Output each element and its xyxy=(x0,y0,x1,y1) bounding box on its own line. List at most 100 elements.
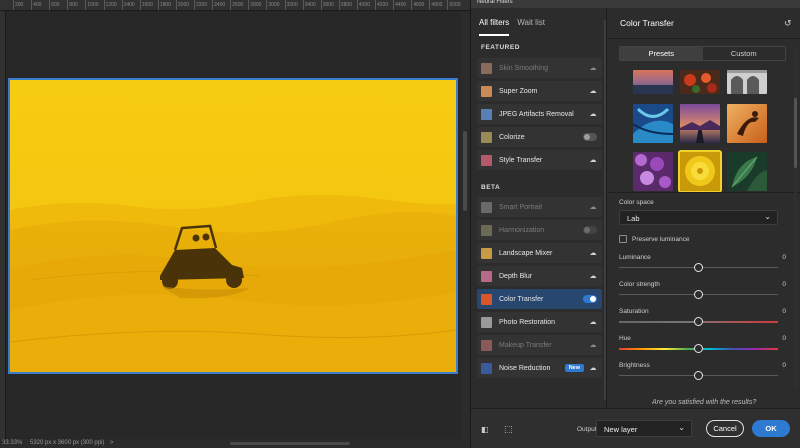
slider-value[interactable]: 0 xyxy=(782,362,786,369)
cloud-download-icon[interactable]: ☁ xyxy=(588,341,598,349)
ruler-tick xyxy=(212,0,214,10)
output-select[interactable]: New layer ⌄ xyxy=(596,420,692,437)
slider-value[interactable]: 0 xyxy=(782,335,786,342)
reset-icon[interactable]: ↺ xyxy=(784,18,792,29)
ruler-label: 1200 xyxy=(105,2,117,8)
tab-all-filters[interactable]: All filters xyxy=(479,18,510,36)
filter-thumbnail xyxy=(481,224,492,236)
preset-green-leaves[interactable] xyxy=(727,152,767,191)
preserve-luminance-checkbox[interactable]: Preserve luminance xyxy=(619,235,689,243)
filter-item-landscape-mixer[interactable]: Landscape Mixer ☁ xyxy=(477,243,602,263)
filter-label: Harmonization xyxy=(499,226,545,234)
preset-purple-road[interactable] xyxy=(680,104,720,143)
checkbox-box[interactable] xyxy=(619,235,627,243)
filter-item-depth-blur[interactable]: Depth Blur ☁ xyxy=(477,266,602,286)
filter-item-skin-smoothing[interactable]: Skin Smoothing ☁ xyxy=(477,58,602,78)
filter-toggle[interactable] xyxy=(583,295,597,303)
cloud-download-icon[interactable]: ☁ xyxy=(588,87,598,95)
tab-presets[interactable]: Presets xyxy=(620,47,703,60)
ok-button[interactable]: OK xyxy=(752,420,790,437)
filter-item-style-transfer[interactable]: Style Transfer ☁ xyxy=(477,150,602,170)
filter-item-super-zoom[interactable]: Super Zoom ☁ xyxy=(477,81,602,101)
satisfaction-prompt[interactable]: Are you satisfied with the results? xyxy=(652,399,756,406)
canvas-vertical-scrollbar[interactable] xyxy=(461,11,469,439)
cloud-download-icon[interactable]: ☁ xyxy=(588,110,598,118)
filter-thumbnail xyxy=(481,85,492,97)
filter-item-colorize[interactable]: Colorize xyxy=(477,127,602,147)
divider xyxy=(608,192,800,193)
zoom-level[interactable]: 33.33% xyxy=(2,440,22,446)
document-image[interactable] xyxy=(8,78,458,374)
cloud-download-icon[interactable]: ☁ xyxy=(588,64,598,72)
preset-orange-silhouette[interactable] xyxy=(727,104,767,143)
filter-label: Smart Portrait xyxy=(499,203,543,211)
cloud-download-icon[interactable]: ☁ xyxy=(588,203,598,211)
preset-yellow-flower[interactable] xyxy=(678,150,722,193)
layers-icon[interactable]: ⬚ xyxy=(504,424,513,435)
ruler-label: 1800 xyxy=(159,2,171,8)
cloud-download-icon[interactable]: ☁ xyxy=(588,364,598,372)
cancel-button[interactable]: Cancel xyxy=(706,420,744,437)
filter-item-noise-reduction[interactable]: Noise Reduction New ☁ xyxy=(477,358,602,378)
slider-label: Luminance xyxy=(619,254,651,261)
filter-item-photo-restoration[interactable]: Photo Restoration ☁ xyxy=(477,312,602,332)
neural-filters-window: Neural Filters All filters Wait list FEAT… xyxy=(470,0,800,448)
ruler-tick xyxy=(429,0,431,10)
slider-handle[interactable] xyxy=(694,290,703,299)
slider-value[interactable]: 0 xyxy=(782,281,786,288)
slider-value[interactable]: 0 xyxy=(782,308,786,315)
slider-handle[interactable] xyxy=(694,344,703,353)
ruler-tick xyxy=(194,0,195,10)
filter-item-smart-portrait[interactable]: Smart Portrait ☁ xyxy=(477,197,602,217)
preset-red-flowers[interactable] xyxy=(680,70,720,94)
filter-thumbnail xyxy=(481,131,492,143)
ruler-tick xyxy=(411,0,413,10)
color-space-label: Color space xyxy=(619,199,654,206)
slider-label: Saturation xyxy=(619,308,649,315)
featured-heading: FEATURED xyxy=(481,44,520,51)
scrollbar-thumb[interactable] xyxy=(794,98,797,168)
ruler-tick xyxy=(248,0,250,10)
scrollbar-thumb[interactable] xyxy=(463,131,467,211)
cloud-download-icon[interactable]: ☁ xyxy=(588,249,598,257)
filter-tabs: All filters Wait list xyxy=(479,18,545,36)
preset-blue-feathers[interactable] xyxy=(633,104,673,143)
filter-toggle[interactable] xyxy=(583,133,597,141)
filter-label: Color Transfer xyxy=(499,295,544,303)
slider-handle[interactable] xyxy=(694,263,703,272)
preset-purple-blossoms[interactable] xyxy=(633,152,673,191)
filter-toggle[interactable] xyxy=(583,226,597,234)
color-space-select[interactable]: Lab ⌄ xyxy=(619,210,778,225)
document-dimensions: 5320 px x 3600 px (300 ppi) xyxy=(30,440,105,446)
ruler-tick xyxy=(338,0,340,10)
status-arrow[interactable]: > xyxy=(110,440,114,446)
filter-label: Super Zoom xyxy=(499,87,538,95)
preset-sunset-lake[interactable] xyxy=(633,70,673,94)
filter-list-scrollbar[interactable] xyxy=(604,20,606,400)
filter-item-color-transfer[interactable]: Color Transfer xyxy=(477,289,602,309)
preset-monochrome-arches[interactable] xyxy=(727,70,767,94)
filter-item-makeup-transfer[interactable]: Makeup Transfer ☁ xyxy=(477,335,602,355)
tab-wait-list[interactable]: Wait list xyxy=(517,18,545,36)
slider-handle[interactable] xyxy=(694,317,703,326)
document-canvas-area: 200 400 600 800 1000 1200 1400 1600 1800 2000 2200… xyxy=(0,0,470,448)
tab-custom[interactable]: Custom xyxy=(703,47,786,60)
split-view-icon[interactable]: ◧ xyxy=(481,425,489,434)
cloud-download-icon[interactable]: ☁ xyxy=(588,156,598,164)
settings-scrollbar[interactable] xyxy=(794,48,797,388)
slider-value[interactable]: 0 xyxy=(782,254,786,261)
filter-thumbnail xyxy=(481,247,492,259)
horizontal-scrollbar-thumb[interactable] xyxy=(230,442,350,445)
slider-handle[interactable] xyxy=(694,371,703,380)
filter-item-harmonization[interactable]: Harmonization xyxy=(477,220,602,240)
cloud-download-icon[interactable]: ☁ xyxy=(588,318,598,326)
ruler-tick xyxy=(121,0,123,10)
cloud-download-icon[interactable]: ☁ xyxy=(588,272,598,280)
ruler-tick xyxy=(67,0,69,10)
filter-thumbnail xyxy=(481,154,492,166)
filter-thumbnail xyxy=(481,270,492,282)
ruler-label: 2800 xyxy=(250,2,262,8)
filter-item-jpeg-artifacts-removal[interactable]: JPEG Artifacts Removal ☁ xyxy=(477,104,602,124)
ruler-tick xyxy=(266,0,268,10)
filter-label: JPEG Artifacts Removal xyxy=(499,110,574,118)
